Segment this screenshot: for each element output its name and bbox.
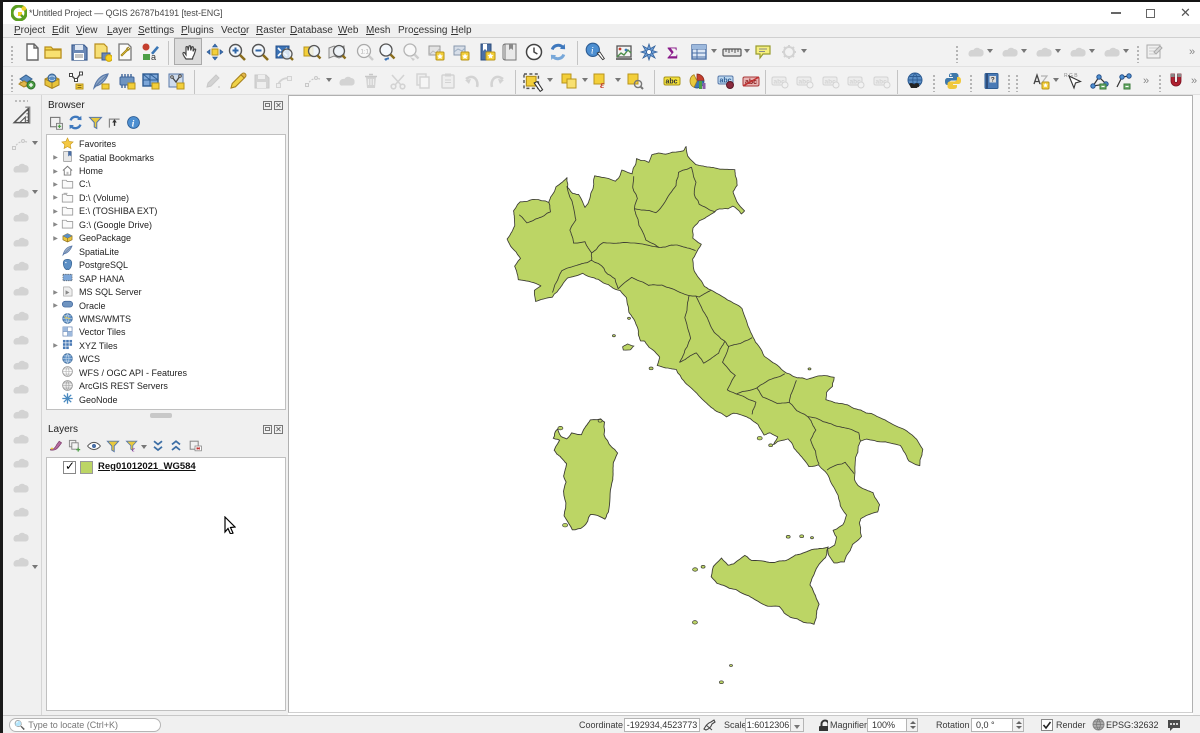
svg-text:i: i (591, 46, 594, 57)
svg-text:abc: abc (745, 79, 757, 86)
svg-text:ε: ε (600, 79, 605, 91)
svg-text:i: i (132, 119, 135, 129)
svg-text:abc: abc (666, 79, 678, 86)
svg-text:?: ? (991, 77, 995, 84)
svg-text:Σ: Σ (667, 44, 678, 63)
svg-text:ε: ε (132, 446, 135, 454)
svg-text:1:1: 1:1 (361, 50, 370, 56)
svg-text:a: a (151, 52, 156, 62)
